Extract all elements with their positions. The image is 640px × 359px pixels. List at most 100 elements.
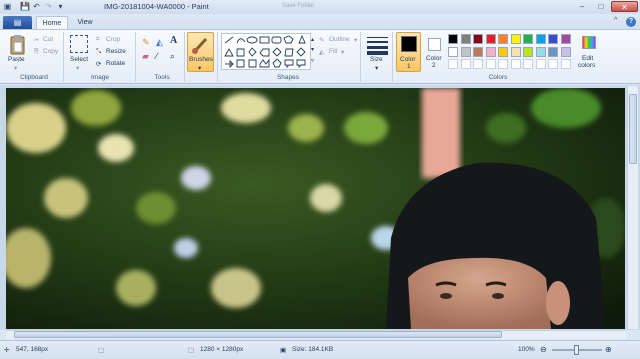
- outline-dropdown-icon[interactable]: ▾: [354, 36, 357, 44]
- zoom-out-button[interactable]: ⊖: [540, 345, 547, 354]
- resize-button[interactable]: Resize: [106, 48, 126, 55]
- zoom-slider-thumb[interactable]: [574, 345, 579, 355]
- color2-button[interactable]: Color 2: [425, 32, 446, 72]
- custom-color-swatch[interactable]: [473, 59, 483, 69]
- color1-button[interactable]: Color 1: [396, 32, 421, 72]
- palette-swatch[interactable]: [460, 34, 471, 44]
- edit-colors-button[interactable]: Edit colors: [578, 32, 600, 72]
- custom-color-swatch[interactable]: [448, 59, 458, 69]
- select-icon[interactable]: [70, 35, 88, 53]
- custom-color-swatch[interactable]: [498, 59, 508, 69]
- custom-color-swatch[interactable]: [535, 59, 546, 69]
- custom-color-swatch[interactable]: [460, 59, 471, 69]
- ribbon-divider: [392, 32, 393, 82]
- ribbon-divider: [135, 32, 136, 82]
- cut-icon: ✂: [34, 37, 40, 44]
- clipboard-group-label: Clipboard: [20, 74, 48, 81]
- paste-label[interactable]: Paste: [8, 56, 25, 63]
- paste-button[interactable]: [8, 34, 28, 56]
- custom-color-swatch[interactable]: [560, 59, 571, 69]
- help-icon[interactable]: ?: [626, 17, 636, 27]
- magnifier-icon[interactable]: ⌕: [170, 51, 175, 62]
- shapes-expand-icon[interactable]: ▿: [311, 57, 314, 64]
- photo-canvas[interactable]: [6, 88, 625, 329]
- tab-view[interactable]: View: [70, 16, 100, 29]
- color-picker-icon[interactable]: ⁄: [156, 51, 158, 61]
- image-dimensions-icon: ⬚: [188, 347, 195, 354]
- selection-size-icon: ⬚: [98, 347, 105, 354]
- rotate-button[interactable]: Rotate: [106, 60, 125, 67]
- quick-access-menu-icon[interactable]: ▾: [56, 2, 65, 11]
- palette-swatch[interactable]: [510, 34, 521, 44]
- close-button[interactable]: ✕: [611, 1, 638, 12]
- palette-swatch[interactable]: [510, 46, 521, 57]
- zoom-in-button[interactable]: ⊕: [605, 345, 612, 354]
- vertical-scroll-thumb[interactable]: [629, 94, 637, 164]
- palette-swatch[interactable]: [523, 34, 533, 44]
- custom-color-swatch[interactable]: [548, 59, 558, 69]
- minimize-button[interactable]: –: [573, 1, 591, 12]
- palette-swatch[interactable]: [560, 34, 571, 44]
- color2-swatch: [428, 38, 441, 51]
- file-menu-tab[interactable]: ▤: [3, 16, 32, 29]
- custom-color-swatch[interactable]: [510, 59, 521, 69]
- shapes-icons: [224, 34, 306, 69]
- custom-color-swatch[interactable]: [523, 59, 533, 69]
- palette-swatch[interactable]: [548, 34, 558, 44]
- clipboard-icon: [10, 35, 25, 55]
- crop-button[interactable]: Crop: [106, 36, 120, 43]
- outline-button[interactable]: Outline: [329, 36, 350, 43]
- eraser-icon[interactable]: ▰: [142, 51, 149, 62]
- brushes-dropdown-icon: ▾: [198, 65, 202, 72]
- cut-button[interactable]: Cut: [43, 36, 53, 43]
- collapse-ribbon-icon[interactable]: ^: [614, 17, 617, 24]
- palette-swatch[interactable]: [460, 46, 471, 57]
- palette-swatch[interactable]: [485, 34, 496, 44]
- undo-icon[interactable]: ↶: [32, 2, 41, 11]
- photo-image: [6, 88, 625, 329]
- paint-app-icon[interactable]: ▣: [3, 2, 12, 11]
- size-dropdown-icon[interactable]: ▾: [375, 64, 378, 72]
- palette-swatch[interactable]: [448, 34, 458, 44]
- palette-swatch[interactable]: [498, 34, 508, 44]
- palette-swatch[interactable]: [473, 46, 483, 57]
- shapes-scroll-down-icon[interactable]: ▾: [311, 46, 314, 53]
- horizontal-scroll-thumb[interactable]: [14, 331, 502, 338]
- tab-home[interactable]: Home: [36, 16, 68, 29]
- palette-swatch[interactable]: [523, 46, 533, 57]
- shapes-gallery[interactable]: [221, 33, 311, 70]
- crop-icon: ⌗: [96, 36, 100, 43]
- color-palette: [448, 34, 576, 74]
- file-size-icon: ▣: [280, 347, 287, 354]
- resize-icon: ⤡: [96, 48, 102, 55]
- ribbon-divider: [217, 32, 218, 82]
- palette-swatch[interactable]: [498, 46, 508, 57]
- palette-swatch[interactable]: [560, 46, 571, 57]
- select-dropdown-icon[interactable]: ▾: [76, 64, 79, 72]
- shapes-scroll-up-icon[interactable]: ▴: [311, 36, 314, 43]
- custom-color-swatch[interactable]: [485, 59, 496, 69]
- size-label[interactable]: Size: [370, 56, 383, 63]
- pencil-icon[interactable]: ✎: [142, 37, 150, 48]
- outline-icon: ✎: [319, 37, 325, 44]
- save-icon[interactable]: 💾: [20, 2, 30, 11]
- select-button[interactable]: Select: [70, 56, 88, 63]
- colors-label: colors: [578, 62, 596, 69]
- palette-swatch[interactable]: [535, 46, 546, 57]
- palette-swatch[interactable]: [548, 46, 558, 57]
- redo-icon[interactable]: ↷: [44, 2, 53, 11]
- paste-dropdown-icon[interactable]: ▾: [14, 64, 17, 72]
- palette-swatch[interactable]: [473, 34, 483, 44]
- fill-bucket-icon[interactable]: ◭: [156, 37, 163, 48]
- palette-swatch[interactable]: [485, 46, 496, 57]
- size-icon[interactable]: [367, 35, 388, 55]
- brushes-button[interactable]: Brushes ▾: [187, 32, 214, 72]
- text-tool-icon[interactable]: A: [170, 35, 177, 46]
- cursor-position: 547, 168px: [16, 346, 49, 353]
- maximize-button[interactable]: □: [592, 1, 610, 12]
- fill-button[interactable]: Fill: [329, 48, 337, 55]
- palette-swatch[interactable]: [535, 34, 546, 44]
- fill-dropdown-icon[interactable]: ▾: [341, 48, 344, 56]
- palette-swatch[interactable]: [448, 46, 458, 57]
- copy-button[interactable]: Copy: [43, 48, 58, 55]
